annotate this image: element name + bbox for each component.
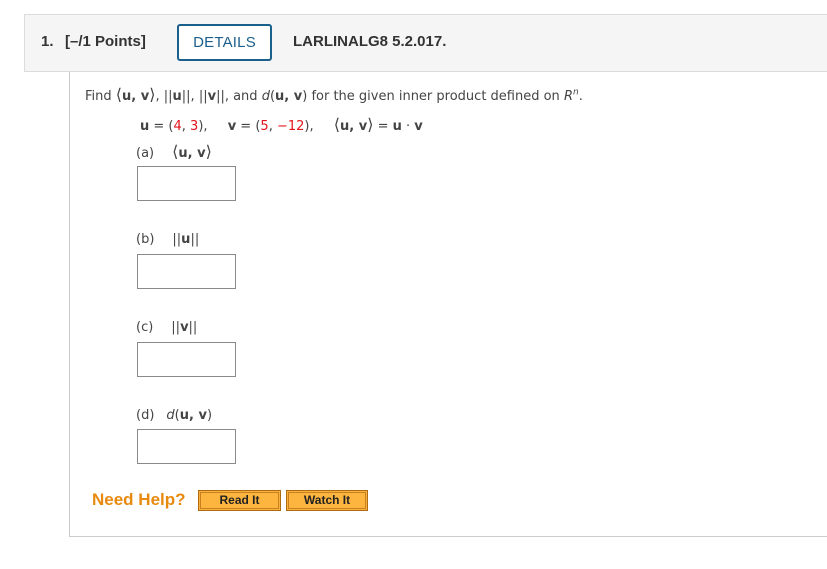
given-v-name: v	[227, 119, 237, 134]
norm-bars: ||	[190, 232, 200, 247]
equals: =	[373, 119, 393, 134]
given-values: u = (4, 3), v = (5, −12), ⟨u, v⟩ = u · v	[140, 115, 423, 134]
prompt-norm-v: v	[207, 89, 217, 104]
norm-bars: ||	[163, 89, 173, 104]
question-points: [–/1 Points]	[65, 33, 146, 50]
answer-input-d[interactable]	[137, 429, 236, 464]
prompt-space: R	[563, 89, 573, 104]
prompt-tail: for the given inner product defined on	[307, 89, 564, 104]
need-help-label: Need Help?	[92, 490, 186, 509]
prompt-period: .	[578, 89, 583, 104]
given-u-name: u	[140, 119, 150, 134]
details-button[interactable]: DETAILS	[177, 24, 272, 61]
dot-operator: ·	[401, 119, 415, 134]
norm-bars: ||	[188, 320, 198, 335]
equals: = (	[149, 119, 174, 134]
part-b-label: (b) ||u||	[136, 232, 199, 247]
part-letter: (a)	[136, 146, 155, 161]
prompt-and: , and	[224, 89, 262, 104]
part-letter: (b)	[136, 232, 155, 247]
equals: = (	[236, 119, 261, 134]
part-letter: (c)	[136, 320, 154, 335]
norm-bars: ||	[181, 89, 191, 104]
part-expression: u, v	[178, 146, 206, 161]
distance-fn: d	[166, 408, 175, 423]
part-c-label: (c) ||v||	[136, 320, 197, 335]
norm-bars: ||	[198, 89, 208, 104]
question-body: Find ⟨u, v⟩, ||u||, ||v||, and d(u, v) f…	[69, 72, 827, 537]
norm-bars: ||	[216, 89, 225, 104]
separator: ,	[190, 89, 199, 104]
norm-bars: ||	[171, 320, 181, 335]
watch-it-button[interactable]: Watch It	[286, 490, 368, 511]
read-it-label: Read It	[200, 492, 279, 509]
prompt-find: Find	[85, 89, 116, 104]
prompt-norm-u: u	[172, 89, 182, 104]
part-letter: (d)	[136, 408, 155, 423]
part-expression: u, v	[179, 408, 207, 423]
inner-def-v: v	[414, 119, 423, 134]
prompt-distance-args: u, v	[275, 89, 303, 104]
given-u-value: 3	[190, 119, 199, 134]
norm-bars: ||	[172, 232, 182, 247]
right-angle-bracket: ⟩	[205, 142, 212, 161]
question-code: LARLINALG8 5.2.017.	[293, 33, 447, 50]
part-a-label: (a) ⟨u, v⟩	[136, 142, 212, 161]
separator: ,	[155, 89, 164, 104]
given-v-value: 5	[260, 119, 269, 134]
answer-input-c[interactable]	[137, 342, 236, 377]
answer-input-b[interactable]	[137, 254, 236, 289]
part-d-label: (d) d(u, v)	[136, 408, 213, 423]
given-v-value: −12	[276, 119, 305, 134]
answer-input-a[interactable]	[137, 166, 236, 201]
question-number: 1.	[41, 33, 54, 50]
read-it-button[interactable]: Read It	[198, 490, 281, 511]
given-u-value: 4	[173, 119, 182, 134]
question-header: 1. [–/1 Points] DETAILS LARLINALG8 5.2.0…	[24, 14, 827, 72]
inner-def-lhs: u, v	[340, 119, 368, 134]
question-prompt: Find ⟨u, v⟩, ||u||, ||v||, and d(u, v) f…	[85, 85, 583, 104]
prompt-inner-product: u, v	[122, 89, 150, 104]
part-expression: v	[180, 320, 189, 335]
inner-def-u: u	[392, 119, 402, 134]
watch-it-label: Watch It	[288, 492, 366, 509]
prompt-distance-fn: d	[261, 89, 270, 104]
